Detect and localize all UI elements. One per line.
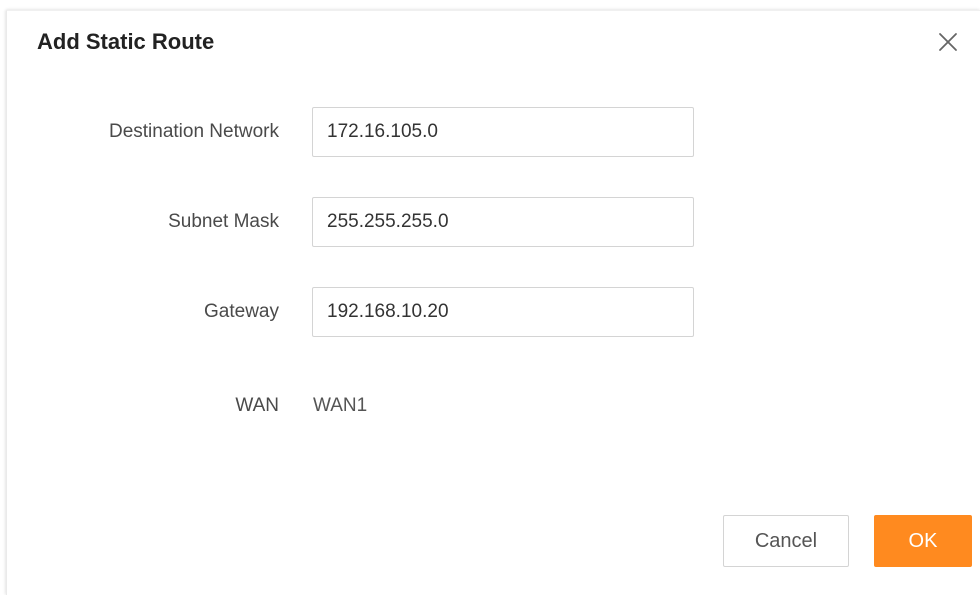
subnet-mask-label: Subnet Mask — [168, 211, 279, 232]
destination-network-input[interactable] — [312, 107, 694, 157]
dialog-title: Add Static Route — [37, 29, 215, 54]
add-static-route-dialog: Add Static Route Destination Network Sub… — [6, 10, 980, 595]
ok-button[interactable]: OK — [874, 515, 972, 567]
close-icon[interactable] — [935, 29, 961, 55]
gateway-input[interactable] — [312, 287, 694, 337]
cancel-button[interactable]: Cancel — [723, 515, 849, 567]
gateway-label: Gateway — [204, 301, 279, 322]
subnet-mask-input[interactable] — [312, 197, 694, 247]
wan-label: WAN — [235, 395, 279, 416]
wan-value: WAN1 — [313, 395, 368, 416]
destination-network-label: Destination Network — [108, 121, 279, 142]
